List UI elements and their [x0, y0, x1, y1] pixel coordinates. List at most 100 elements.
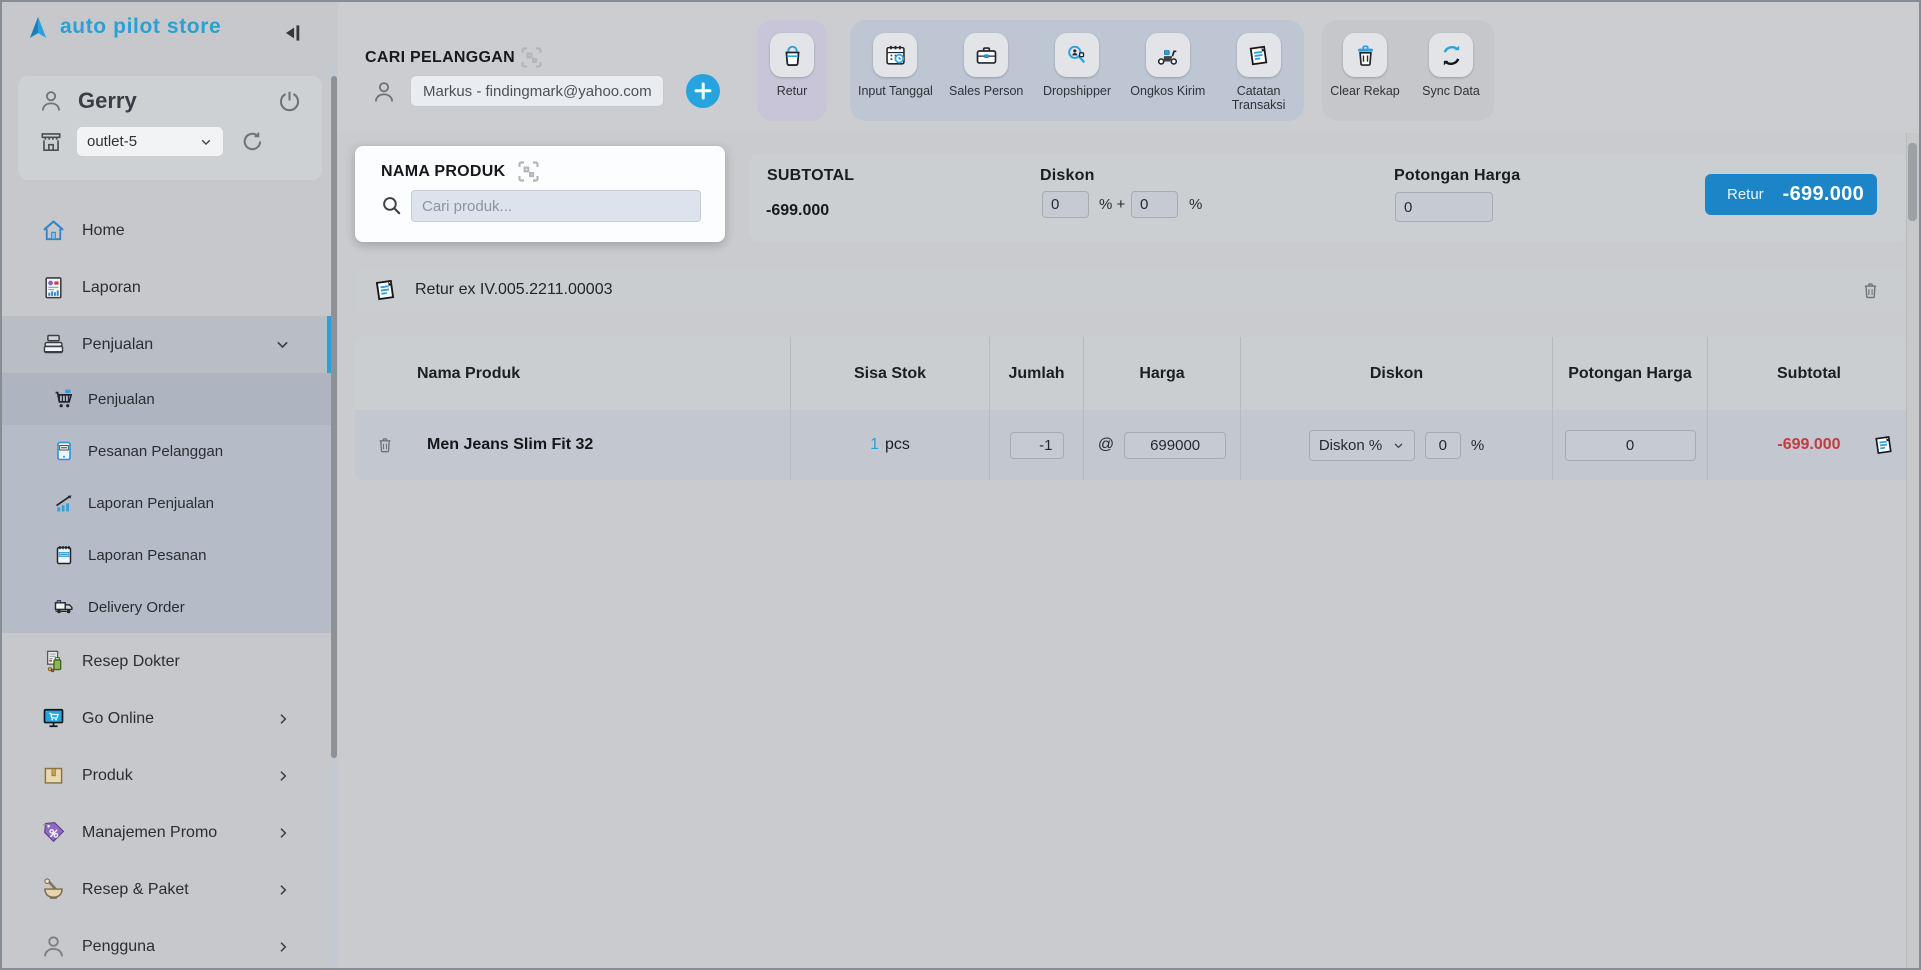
sidebar: auto pilot store Gerry outlet-5	[2, 2, 338, 968]
note-icon	[1237, 33, 1281, 77]
sidebar-subitem-laporan-pesanan[interactable]: Laporan Pesanan	[2, 529, 331, 581]
toolbar-sync-data-button[interactable]: Sync Data	[1408, 20, 1494, 121]
col-header-jumlah: Jumlah	[1008, 365, 1064, 383]
diskon-percent-2-input[interactable]	[1131, 191, 1178, 218]
toolbar-label: Dropshipper	[1043, 84, 1111, 98]
toolbar-actions-group: Input Tanggal Sales Person Dropshipper O…	[850, 20, 1304, 121]
col-header-potongan-harga: Potongan Harga	[1568, 365, 1692, 383]
delete-retur-button[interactable]	[1860, 280, 1881, 301]
chevron-right-icon	[275, 825, 291, 841]
potongan-harga-label: Potongan Harga	[1394, 167, 1520, 185]
sidebar-item-penjualan-parent[interactable]: Penjualan	[2, 316, 331, 373]
user-avatar-icon	[38, 88, 64, 114]
outlet-select[interactable]: outlet-5	[76, 126, 224, 157]
remove-item-button[interactable]	[375, 435, 395, 455]
qr-scan-icon[interactable]	[518, 44, 545, 71]
sidebar-subitem-pesanan-pelanggan[interactable]: Pesanan Pelanggan	[2, 425, 331, 477]
sidebar-item-home[interactable]: Home	[2, 202, 331, 259]
trash-blue-icon	[1343, 33, 1387, 77]
page-scrollbar[interactable]	[1906, 133, 1919, 968]
row-diskon-value-input[interactable]	[1425, 432, 1461, 459]
sidebar-item-produk[interactable]: Produk	[2, 747, 331, 804]
cash-register-icon	[40, 331, 67, 358]
collapse-arrow-icon	[280, 20, 306, 46]
chevron-down-icon	[274, 336, 291, 353]
calendar-clock-icon	[873, 33, 917, 77]
trash-icon	[1860, 280, 1881, 301]
sidebar-scrollbar-thumb[interactable]	[331, 76, 337, 758]
sidebar-menu: Home Laporan Penjualan Penjualan Pesanan…	[2, 202, 331, 970]
sidebar-item-label: Resep Dokter	[82, 653, 180, 671]
potongan-harga-input[interactable]	[1395, 192, 1493, 222]
sidebar-item-pengguna[interactable]: Pengguna	[2, 918, 331, 970]
chevron-right-icon	[275, 882, 291, 898]
home-icon	[40, 217, 67, 244]
toolbar-input-tanggal-button[interactable]: Input Tanggal	[850, 20, 941, 121]
retur-reference-text: Retur ex IV.005.2211.00003	[415, 281, 613, 299]
toolbar-sales-person-button[interactable]: Sales Person	[941, 20, 1032, 121]
customer-search-label: CARI PELANGGAN	[365, 49, 515, 67]
row-print-note-button[interactable]	[1871, 433, 1896, 458]
toolbar-label: Ongkos Kirim	[1130, 84, 1205, 98]
toolbar-retur-button[interactable]: Retur	[757, 20, 827, 121]
toolbar-ongkos-kirim-button[interactable]: Ongkos Kirim	[1122, 20, 1213, 121]
order-notepad-icon	[52, 543, 76, 567]
outlet-selected-value: outlet-5	[87, 133, 137, 150]
sidebar-item-laporan[interactable]: Laporan	[2, 259, 331, 316]
qr-scan-icon[interactable]	[515, 158, 542, 185]
order-tablet-icon	[52, 439, 76, 463]
sidebar-item-resep-paket[interactable]: Resep & Paket	[2, 861, 331, 918]
product-search-input[interactable]	[411, 190, 701, 222]
sidebar-collapse-button[interactable]	[280, 19, 308, 47]
row-potongan-input[interactable]	[1565, 430, 1696, 461]
sidebar-item-resep-dokter[interactable]: Resep Dokter	[2, 633, 331, 690]
toolbar-clear-rekap-button[interactable]: Clear Rekap	[1322, 20, 1408, 121]
sidebar-item-go-online[interactable]: Go Online	[2, 690, 331, 747]
penjualan-submenu: Penjualan Pesanan Pelanggan Laporan Penj…	[2, 373, 331, 633]
promo-tag-icon	[40, 819, 67, 846]
sync-icon	[1429, 33, 1473, 77]
toolbar-catatan-transaksi-button[interactable]: Catatan Transaksi	[1213, 20, 1304, 121]
product-search-card: NAMA PRODUK	[355, 146, 725, 242]
table-header-row: Nama Produk Sisa Stok Jumlah Harga Disko…	[355, 337, 1910, 410]
refresh-outlet-button[interactable]	[240, 129, 265, 154]
retur-button-label: Retur	[1727, 186, 1764, 203]
page-scrollbar-thumb[interactable]	[1908, 143, 1917, 221]
at-sign: @	[1098, 436, 1114, 454]
toolbar-dropshipper-button[interactable]: Dropshipper	[1032, 20, 1123, 121]
diskon-percent-1-input[interactable]	[1042, 191, 1089, 218]
trash-icon	[375, 435, 395, 455]
diskon-label: Diskon	[1040, 167, 1095, 185]
person-icon	[371, 79, 397, 105]
sidebar-item-label: Pengguna	[82, 938, 155, 956]
person-search-icon	[1055, 33, 1099, 77]
sidebar-item-label: Home	[82, 222, 125, 240]
sidebar-subitem-delivery-order[interactable]: Delivery Order	[2, 581, 331, 633]
toolbar-label: Sync Data	[1422, 84, 1480, 98]
row-price-input[interactable]	[1124, 432, 1226, 459]
sidebar-item-label: Penjualan	[88, 391, 155, 408]
sidebar-item-label: Laporan	[82, 279, 141, 297]
sidebar-item-manajemen-promo[interactable]: Manajemen Promo	[2, 804, 331, 861]
chevron-right-icon	[275, 768, 291, 784]
user-icon	[40, 933, 67, 960]
delivery-scooter-icon	[1146, 33, 1190, 77]
customer-search-input[interactable]	[410, 75, 664, 107]
row-diskon-type-select[interactable]: Diskon %	[1309, 430, 1415, 461]
summary-panel: SUBTOTAL -699.000 Diskon % + % Potongan …	[749, 154, 1907, 242]
sidebar-subitem-penjualan[interactable]: Penjualan	[2, 373, 331, 425]
retur-submit-button[interactable]: Retur -699.000	[1705, 174, 1877, 215]
cart-icon	[52, 387, 76, 411]
col-header-sisa-stok: Sisa Stok	[854, 365, 926, 383]
logout-button[interactable]	[277, 89, 302, 114]
row-quantity-input[interactable]	[1010, 432, 1064, 459]
percent-plus-text: % +	[1099, 196, 1125, 213]
sidebar-subitem-laporan-penjualan[interactable]: Laporan Penjualan	[2, 477, 331, 529]
col-header-diskon: Diskon	[1370, 365, 1423, 383]
col-header-harga: Harga	[1139, 365, 1184, 383]
sidebar-scrollbar[interactable]	[331, 60, 337, 968]
add-customer-button[interactable]	[686, 74, 720, 108]
search-icon	[379, 193, 404, 218]
report-icon	[40, 274, 67, 301]
cart-table: Nama Produk Sisa Stok Jumlah Harga Disko…	[355, 337, 1910, 480]
